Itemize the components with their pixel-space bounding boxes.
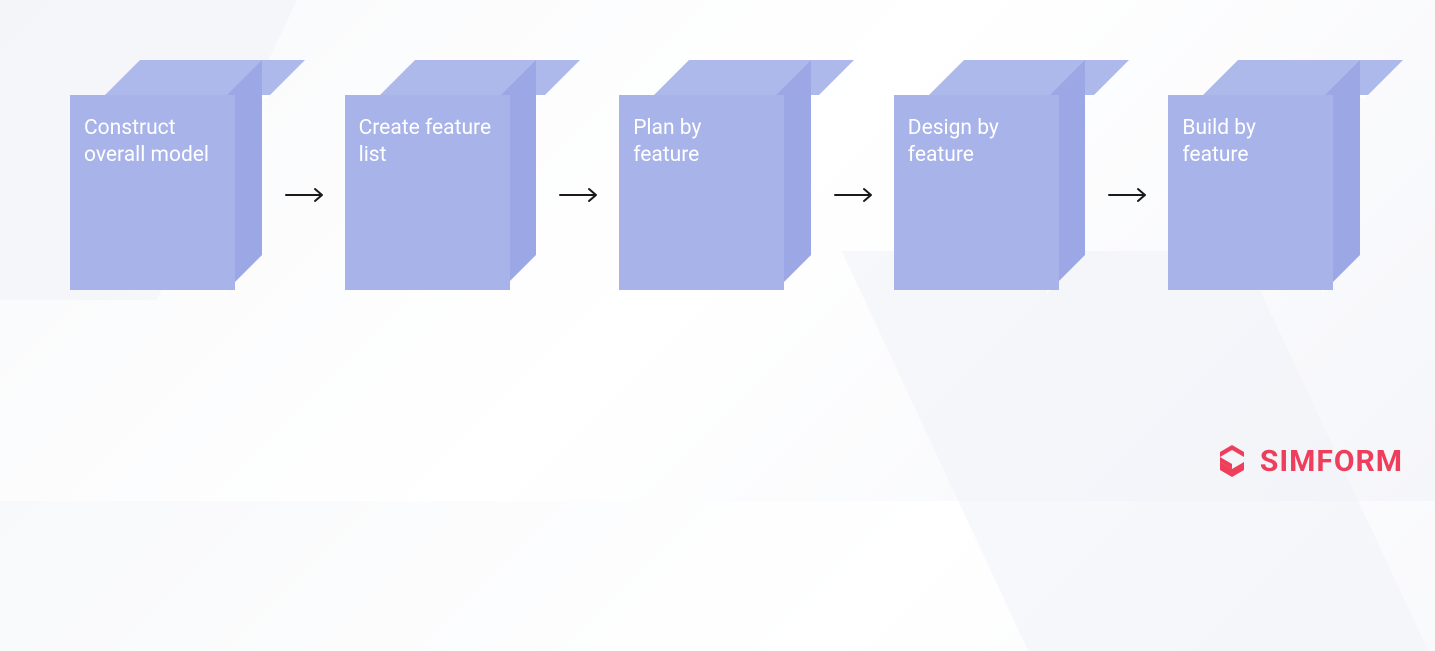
cube-top-face	[654, 60, 854, 95]
arrow-icon	[1108, 186, 1150, 204]
step-label: Create feature list	[359, 115, 496, 170]
step-cube: Build by feature	[1168, 60, 1365, 290]
simform-logo-icon	[1214, 443, 1250, 479]
arrow-icon	[285, 186, 327, 204]
cube-top-face	[105, 60, 305, 95]
brand-logo: SIMFORM	[1214, 443, 1403, 479]
cube-front-face: Design by feature	[894, 95, 1059, 290]
step-label: Design by feature	[908, 115, 1045, 170]
step-cube: Plan by feature	[619, 60, 816, 290]
cube-top-face	[929, 60, 1129, 95]
process-diagram: Construct overall model Create feature l…	[0, 0, 1435, 350]
step-label: Construct overall model	[84, 115, 221, 170]
cube-top-face	[380, 60, 580, 95]
arrow-icon	[834, 186, 876, 204]
cube-front-face: Create feature list	[345, 95, 510, 290]
step-cube: Design by feature	[894, 60, 1091, 290]
step-label: Build by feature	[1182, 115, 1319, 170]
cube-front-face: Plan by feature	[619, 95, 784, 290]
cube-top-face	[1203, 60, 1403, 95]
step-label: Plan by feature	[633, 115, 770, 170]
step-cube: Construct overall model	[70, 60, 267, 290]
step-cube: Create feature list	[345, 60, 542, 290]
cube-front-face: Construct overall model	[70, 95, 235, 290]
cube-front-face: Build by feature	[1168, 95, 1333, 290]
arrow-icon	[559, 186, 601, 204]
brand-name: SIMFORM	[1260, 444, 1403, 479]
